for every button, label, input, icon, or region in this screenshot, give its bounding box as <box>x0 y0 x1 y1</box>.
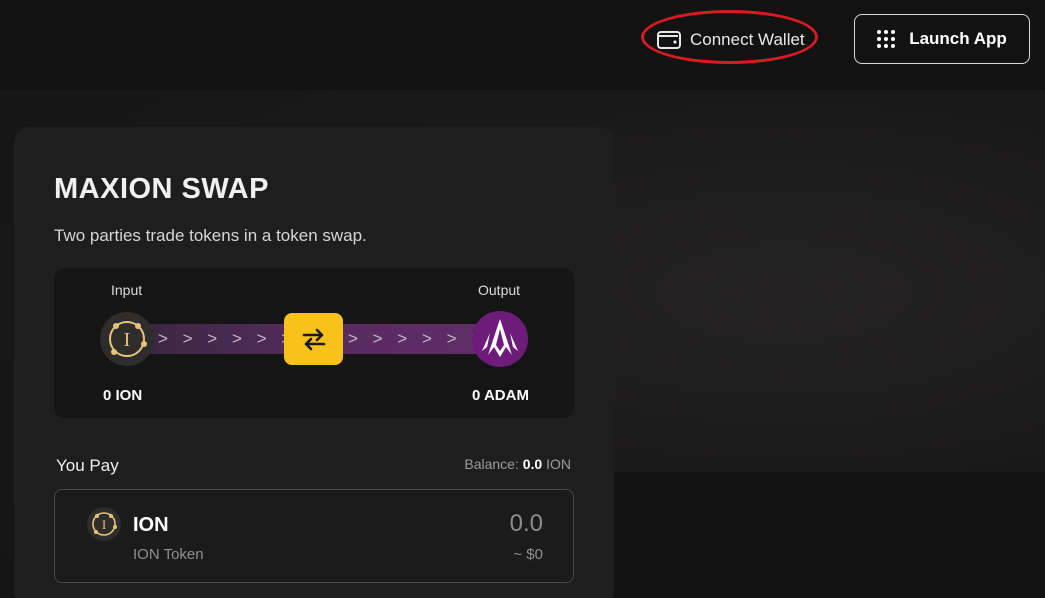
output-amount: 0 ADAM <box>472 387 529 404</box>
launch-app-label: Launch App <box>909 29 1007 48</box>
ion-logo-icon: I <box>100 312 154 366</box>
input-label: Input <box>111 282 143 298</box>
connect-wallet-label: Connect Wallet <box>690 30 805 49</box>
swap-arrows-icon <box>302 328 325 351</box>
adam-logo-icon <box>472 311 528 367</box>
balance-value: 0.0 <box>522 456 543 472</box>
pay-input-box[interactable]: I ION ION Token 0.0 ~ $0 <box>54 489 574 583</box>
input-amount: 0 ION <box>103 387 143 404</box>
pay-token-name: ION Token <box>133 546 204 563</box>
balance-prefix: Balance: <box>464 456 519 472</box>
swap-flow-diagram: Input Output > > > > > > > > > > > > > >… <box>54 268 574 418</box>
pay-usd-value: ~ $0 <box>513 546 543 563</box>
you-pay-label: You Pay <box>56 456 119 475</box>
flow-chevrons-left: > > > > > > > <box>158 329 284 348</box>
swap-card: MAXION SWAP Two parties trade tokens in … <box>14 127 614 598</box>
output-label: Output <box>478 282 521 298</box>
background-panel <box>592 472 1045 598</box>
svg-text:I: I <box>124 329 131 351</box>
grid-icon <box>877 30 896 48</box>
flow-chevrons-right: > > > > > > > <box>348 329 478 348</box>
connect-wallet-button[interactable]: Connect Wallet <box>656 22 805 58</box>
svg-text:I: I <box>102 517 106 532</box>
pay-amount-input[interactable]: 0.0 <box>510 510 543 538</box>
pay-token-symbol[interactable]: ION <box>133 514 169 537</box>
wallet-icon <box>657 31 681 49</box>
page-subtitle: Two parties trade tokens in a token swap… <box>54 226 367 245</box>
page-title: MAXION SWAP <box>54 173 269 205</box>
ion-token-icon: I <box>87 507 121 541</box>
launch-app-button[interactable]: Launch App <box>854 14 1030 64</box>
balance-display: Balance: 0.0 ION <box>464 456 571 472</box>
balance-unit: ION <box>546 456 571 472</box>
swap-direction-button[interactable] <box>284 313 343 365</box>
